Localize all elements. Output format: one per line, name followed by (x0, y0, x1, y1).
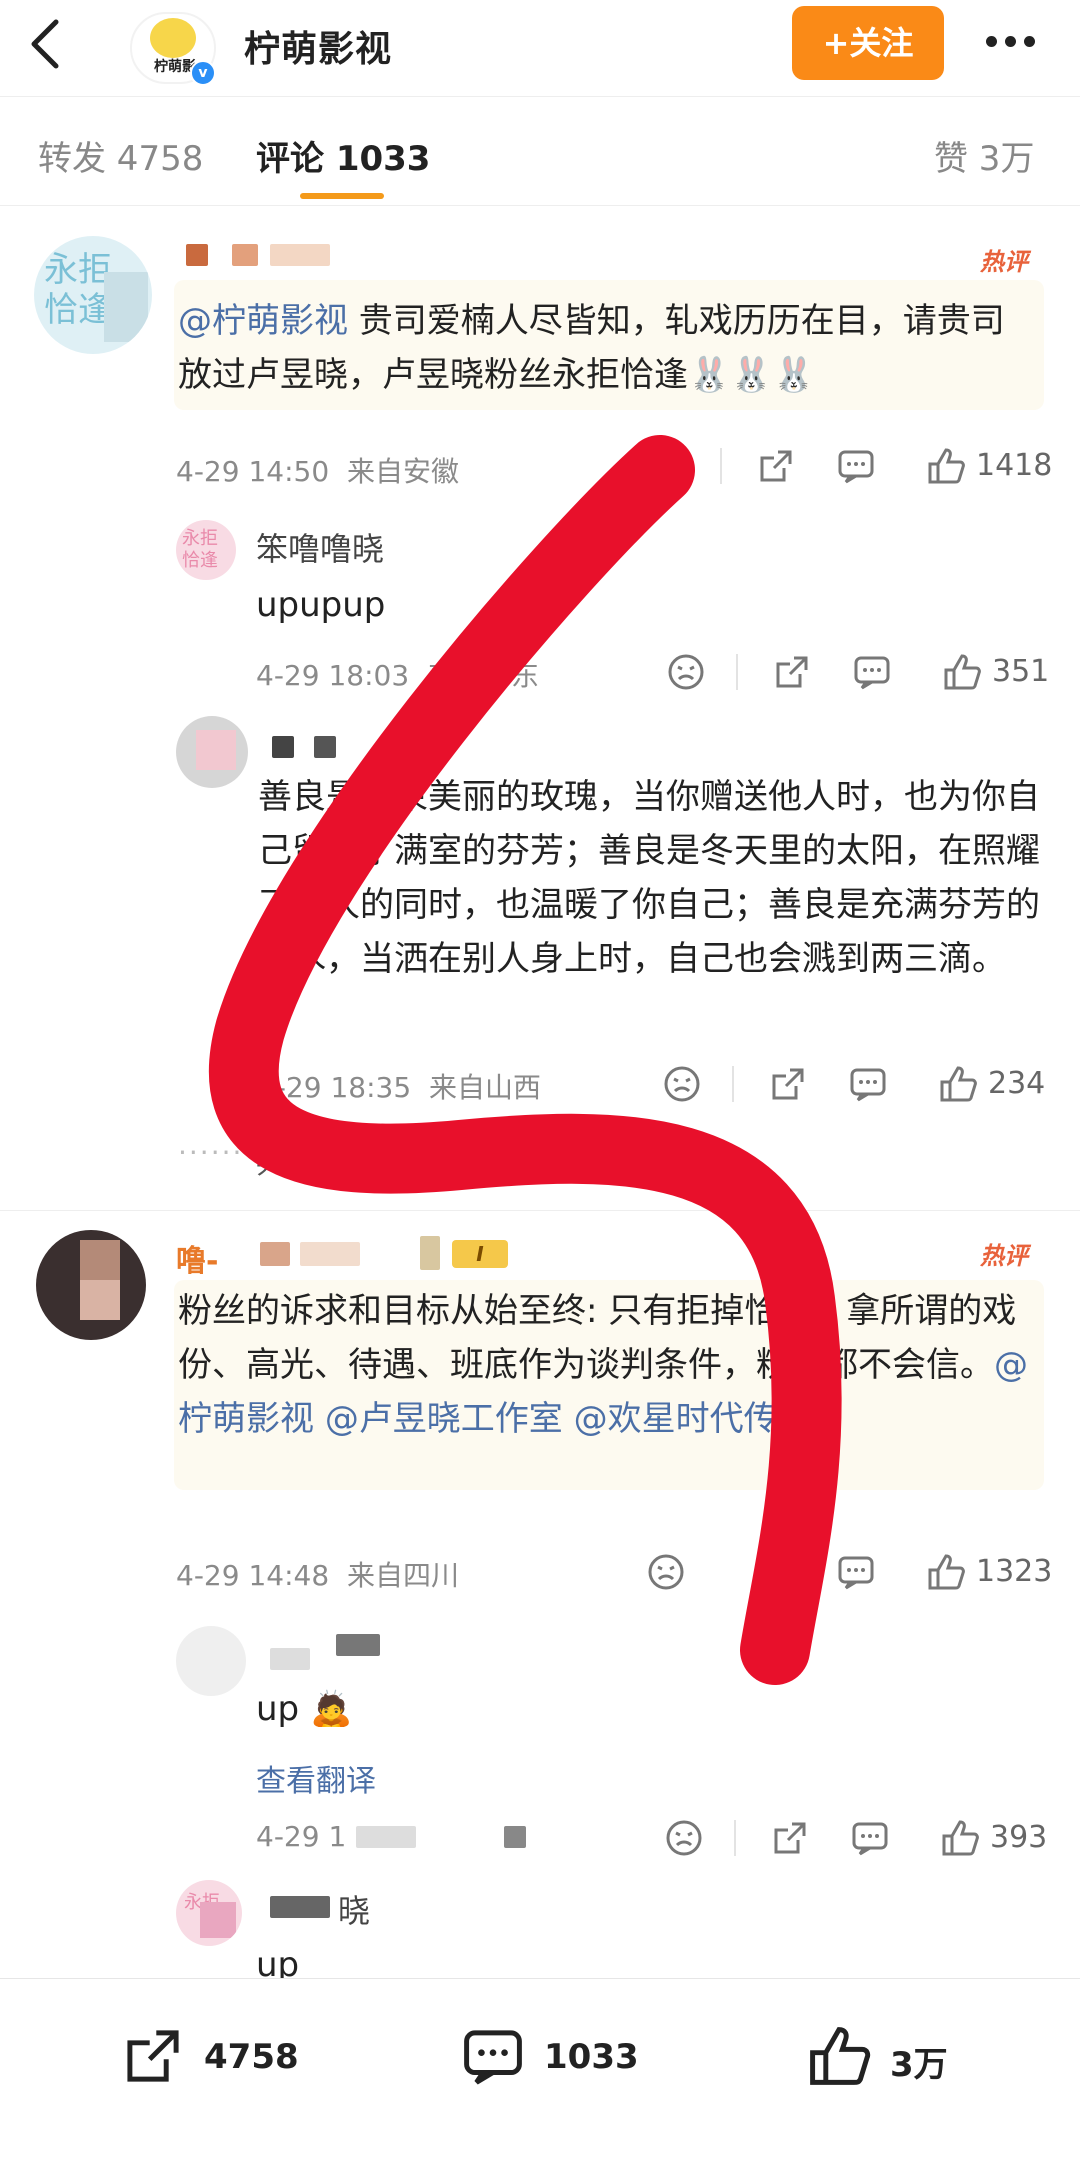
reply-username[interactable]: 晓 (338, 1886, 370, 1932)
mention-link[interactable]: @欢星时代传媒 (574, 1399, 812, 1439)
dislike-face-icon[interactable] (666, 652, 706, 692)
verified-badge-icon: v (190, 60, 216, 86)
like-button[interactable]: 3万 (806, 2023, 1006, 2093)
like-icon[interactable] (940, 1818, 980, 1858)
translate-link[interactable]: 查看翻译 (256, 1756, 376, 1800)
like-icon[interactable] (942, 652, 982, 692)
like-count: 234 (988, 1066, 1046, 1101)
repost-button[interactable]: 4758 (120, 2023, 320, 2093)
account-name[interactable]: 柠萌影视 (244, 20, 392, 72)
like-icon[interactable] (926, 1552, 966, 1592)
follow-button[interactable]: +关注 (792, 6, 944, 80)
blur-mosaic (196, 730, 236, 770)
avatar[interactable] (176, 1626, 246, 1696)
blurred-username (272, 736, 294, 758)
emoji-icon: 🙇 (309, 1689, 353, 1729)
dislike-face-icon[interactable] (662, 1064, 702, 1104)
comment-text: @柠萌影视 贵司爱楠人尽皆知，轧戏历历在目，请贵司放过卢昱晓，卢昱晓粉丝永拒恰逢… (178, 301, 1005, 395)
avatar[interactable] (36, 1230, 146, 1340)
comment-actions: 1418 (640, 446, 1060, 486)
tab-bar: 转发 4758 评论 1033 赞 3万 (0, 96, 1080, 206)
like-icon[interactable] (926, 446, 966, 486)
comment-icon (464, 2030, 522, 2085)
share-icon[interactable] (772, 652, 812, 692)
blurred-username (270, 1648, 310, 1670)
tab-comments[interactable]: 评论 1033 (256, 131, 430, 180)
comment-meta: 4-29 14:48 来自四川 (176, 1559, 459, 1592)
share-icon[interactable] (770, 1818, 810, 1858)
reply-text: upupup (256, 585, 386, 625)
active-tab-indicator (300, 193, 384, 199)
more-icon (986, 36, 997, 47)
comment-icon[interactable] (852, 652, 892, 692)
like-count: 351 (992, 654, 1050, 689)
comment-icon[interactable] (848, 1064, 888, 1104)
tab-repost[interactable]: 转发 4758 (38, 131, 203, 180)
blur-mosaic (104, 272, 148, 342)
blurred-username (186, 244, 208, 266)
more-replies-link[interactable]: 共 (256, 1142, 284, 1182)
comment-count: 1033 (544, 2037, 639, 2077)
hot-comment-badge: 热评 (980, 248, 1028, 276)
hot-comment-badge: 热评 (980, 1242, 1028, 1270)
share-icon[interactable] (768, 1064, 808, 1104)
level-badge: I (452, 1240, 508, 1268)
more-replies-dots: ······ (178, 1136, 244, 1169)
reply-meta: 4-29 1 (256, 1820, 347, 1853)
emoji-icon: 🐰🐰🐰 (688, 355, 816, 395)
comment-icon[interactable] (836, 1552, 876, 1592)
like-icon[interactable] (938, 1064, 978, 1104)
like-count: 1323 (976, 1554, 1053, 1589)
reply-actions: 234 (662, 1064, 1062, 1104)
blurred-username (260, 1242, 290, 1266)
comment-text: 粉丝的诉求和目标从始至终: 只有拒掉恰逢。拿所谓的戏份、高光、待遇、班底作为谈判… (178, 1291, 1028, 1439)
like-count: 3万 (890, 2045, 948, 2085)
comment-icon[interactable] (836, 446, 876, 486)
blur-mosaic (200, 1902, 236, 1938)
reply-username[interactable]: 笨噜噜晓 (256, 524, 384, 570)
avatar[interactable]: 永拒 (176, 1880, 242, 1946)
reply-text: up 🙇 (256, 1689, 353, 1729)
like-count: 393 (990, 1820, 1048, 1855)
reply-meta: 4-29 18:35 来自山西 (258, 1071, 541, 1104)
more-button[interactable] (986, 32, 1046, 52)
tab-likes[interactable]: 赞 3万 (934, 131, 1034, 180)
bottom-action-bar: 4758 1033 3万 (0, 1978, 1080, 2161)
avatar[interactable]: 永拒恰逢 (176, 520, 236, 580)
comment-icon[interactable] (850, 1818, 890, 1858)
share-icon[interactable] (756, 1552, 796, 1592)
reply-actions: 351 (662, 652, 1062, 692)
share-icon (127, 2030, 179, 2082)
reply-actions: 393 (662, 1818, 1062, 1858)
dislike-face-icon[interactable] (646, 1552, 686, 1592)
mention-link[interactable]: @柠萌影视 (178, 301, 348, 341)
dislike-face-icon[interactable] (664, 1818, 704, 1858)
blur-mosaic (80, 1240, 120, 1280)
comment-actions: 1323 (646, 1552, 1066, 1592)
comment-button[interactable]: 1033 (460, 2023, 660, 2093)
back-button[interactable] (22, 14, 70, 74)
mention-link[interactable]: @卢昱晓工作室 (325, 1399, 563, 1439)
reply-meta: 4-29 18:03 来自广东 (256, 659, 539, 692)
like-icon (810, 2027, 871, 2085)
reply-text: 善良是一束美丽的玫瑰，当你赠送他人时，也为你自己留下了满室的芬芳；善良是冬天里的… (258, 777, 1040, 979)
comment-username[interactable]: 噜- (176, 1236, 218, 1280)
share-icon[interactable] (756, 446, 796, 486)
chevron-left-icon (31, 19, 59, 69)
repost-count: 4758 (204, 2037, 299, 2077)
logo-sun-icon (150, 18, 196, 58)
comment-meta: 4-29 14:50 来自安徽 (176, 455, 459, 488)
like-count: 1418 (976, 448, 1053, 483)
avatar[interactable]: 永拒恰逢 (34, 236, 152, 354)
avatar[interactable] (176, 716, 248, 788)
top-nav-bar: 柠萌影 v 柠萌影视 +关注 (0, 0, 1080, 96)
blurred-username (270, 1896, 330, 1918)
divider (0, 1210, 1080, 1211)
